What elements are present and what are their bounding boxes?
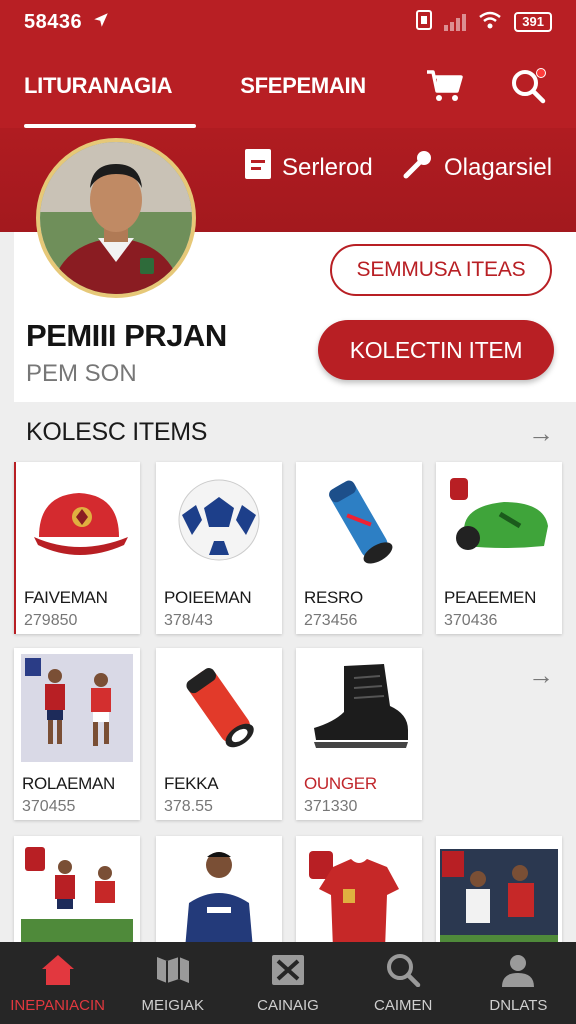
tab-primary[interactable]: LITURANAGIA [0,44,197,128]
nav-home-label: INEPANIACIN [10,996,105,1014]
item-card[interactable] [296,836,422,946]
item-card[interactable]: POIEEMAN 378/43 [156,462,282,634]
avatar[interactable] [36,138,196,298]
item-title: RESRO [304,588,363,607]
item-price: 370436 [444,612,498,629]
item-title: FAIVEMAN [24,588,108,607]
home-icon [40,953,76,991]
notification-dot [536,68,546,78]
search-icon [385,953,421,991]
item-title: PEAEEMEN [444,588,537,607]
item-price: 279850 [24,612,78,629]
item-card[interactable]: PEAEEMEN 370436 [436,462,562,634]
quick-action-record-label: Serlerod [282,153,373,181]
item-card[interactable]: ROLAEMAN 370455 [14,648,140,820]
player-photo [156,836,282,946]
players-photo [436,836,562,946]
item-card[interactable] [14,836,140,946]
search-icon[interactable] [508,66,548,106]
item-price: 370455 [22,798,76,815]
nav-search[interactable]: CAIMEN [346,942,461,1024]
item-price: 273456 [304,612,358,629]
nav-third[interactable]: CAINAIG [230,942,345,1024]
status-time: 58436 [24,10,83,33]
user-icon [500,953,536,991]
cap-icon [16,462,140,578]
bottom-navigation: INEPANIACIN MEIGIAK CAINAIG CAIMEN DNLAT… [0,942,576,1024]
nav-second[interactable]: MEIGIAK [115,942,230,1024]
nav-third-label: CAINAIG [257,996,319,1014]
document-icon [244,148,272,187]
bottle-icon [156,648,282,764]
item-card[interactable]: OUNGER 371330 [296,648,422,820]
item-card[interactable] [436,836,562,946]
item-card[interactable]: RESRO 273456 [296,462,422,634]
wifi-icon [478,11,502,34]
profile-name: PEMIII PRJAN [26,318,227,353]
shin-guard-icon [436,462,562,578]
microphone-icon [402,148,434,187]
item-price: 371330 [304,798,358,815]
battery-indicator: 391 [514,12,552,32]
item-price: 378.55 [164,798,213,815]
quick-action-mic-label: Olagarsiel [444,153,553,181]
map-icon [155,953,191,991]
item-card[interactable]: FEKKA 378.55 [156,648,282,820]
quick-action-record[interactable]: Serlerod [244,148,373,187]
ball-icon [156,462,282,578]
nav-second-label: MEIGIAK [141,996,205,1014]
nav-profile[interactable]: DNLATS [461,942,576,1024]
item-title: OUNGER [304,774,377,793]
signal-icon [444,13,467,31]
nav-profile-label: DNLATS [489,996,548,1014]
see-items-button[interactable]: SEMMUSA ITEAS [330,244,552,296]
players-photo [14,836,140,946]
collect-item-button[interactable]: KOLECTIN ITEM [318,320,554,380]
profile-subtitle: PEM SON [26,360,137,387]
boot-icon [296,648,422,764]
section-title: KOLESC ITEMS [26,418,208,446]
item-title: POIEEMAN [164,588,252,607]
sim-icon [416,9,433,35]
status-bar: 58436 391 [0,0,576,44]
arrow-right-icon[interactable]: → [528,660,554,691]
item-price: 378/43 [164,612,213,629]
location-arrow-icon [92,11,110,34]
item-card[interactable]: FAIVEMAN 279850 [14,462,140,634]
nav-home[interactable]: INEPANIACIN [0,942,115,1024]
bottle-icon [296,462,422,578]
item-card[interactable] [156,836,282,946]
arrow-right-icon[interactable]: → [528,418,554,449]
close-box-icon [270,953,306,991]
jersey-icon [296,836,422,946]
players-photo [14,648,140,764]
nav-search-label: CAIMEN [374,996,433,1014]
quick-action-mic[interactable]: Olagarsiel [402,148,552,187]
tab-secondary[interactable]: SFEPEMAIN [216,44,390,128]
top-navigation: LITURANAGIA SFEPEMAIN [0,44,576,128]
item-title: ROLAEMAN [22,774,116,793]
cart-icon[interactable] [424,66,464,106]
item-title: FEKKA [164,774,219,793]
